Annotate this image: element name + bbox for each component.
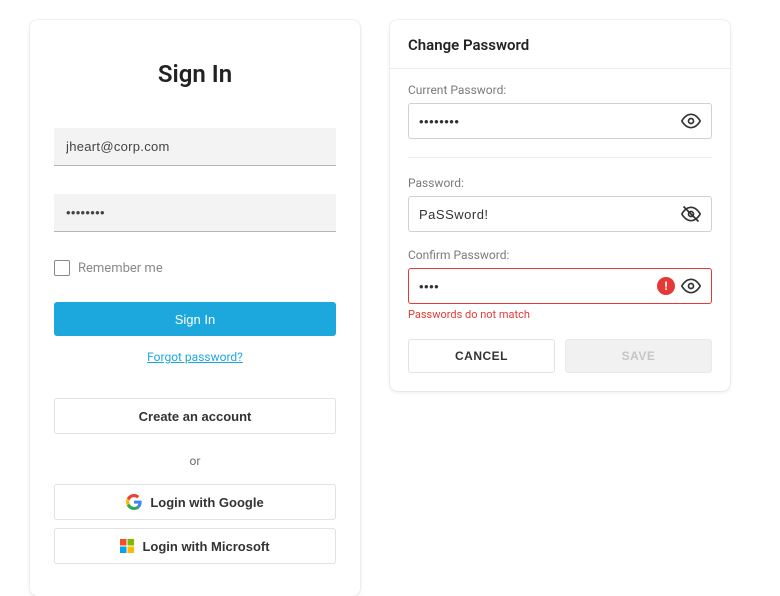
confirm-password-field[interactable]: ! — [408, 268, 712, 304]
remember-row: Remember me — [54, 260, 336, 276]
signin-title: Sign In — [54, 60, 336, 88]
change-password-title: Change Password — [390, 20, 730, 69]
confirm-password-input[interactable] — [419, 279, 657, 294]
login-microsoft-label: Login with Microsoft — [142, 539, 269, 554]
new-password-input[interactable] — [419, 207, 679, 222]
password-actions: CANCEL SAVE — [390, 327, 730, 391]
error-message: Passwords do not match — [408, 308, 712, 321]
or-separator: or — [54, 454, 336, 468]
login-microsoft-button[interactable]: Login with Microsoft — [54, 528, 336, 564]
current-password-input[interactable] — [419, 114, 679, 129]
signin-card: Sign In Remember me Sign In Forgot passw… — [30, 20, 360, 596]
eye-icon[interactable] — [679, 274, 703, 298]
password-input[interactable] — [54, 194, 336, 232]
change-password-card: Change Password Current Password: Passwo… — [390, 20, 730, 391]
new-password-field[interactable] — [408, 196, 712, 232]
new-password-label: Password: — [408, 176, 712, 190]
create-account-button[interactable]: Create an account — [54, 398, 336, 434]
signin-button[interactable]: Sign In — [54, 302, 336, 336]
login-google-label: Login with Google — [150, 495, 263, 510]
current-password-label: Current Password: — [408, 83, 712, 97]
login-google-button[interactable]: Login with Google — [54, 484, 336, 520]
error-icon: ! — [657, 277, 675, 295]
confirm-password-label: Confirm Password: — [408, 248, 712, 262]
forgot-password-link[interactable]: Forgot password? — [54, 350, 336, 364]
remember-checkbox[interactable] — [54, 260, 70, 276]
email-input[interactable] — [54, 128, 336, 166]
microsoft-icon — [120, 539, 134, 553]
eye-off-icon[interactable] — [679, 202, 703, 226]
cancel-button[interactable]: CANCEL — [408, 339, 555, 373]
current-password-field[interactable] — [408, 103, 712, 139]
remember-label: Remember me — [78, 261, 163, 276]
separator — [408, 157, 712, 158]
save-button[interactable]: SAVE — [565, 339, 712, 373]
eye-icon[interactable] — [679, 109, 703, 133]
google-icon — [126, 494, 142, 510]
